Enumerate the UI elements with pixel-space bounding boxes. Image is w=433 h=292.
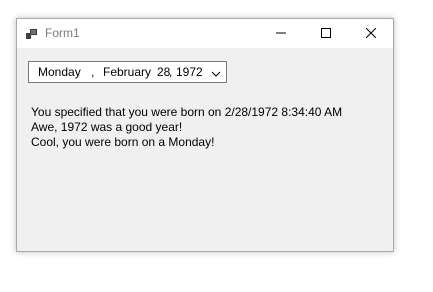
- date-day-of-week[interactable]: Monday: [38, 65, 81, 79]
- app-icon: [26, 27, 38, 39]
- maximize-icon: [320, 25, 331, 43]
- close-button[interactable]: [348, 19, 393, 48]
- date-year[interactable]: 1972: [176, 65, 203, 79]
- birth-date-message: You specified that you were born on 2/28…: [31, 105, 343, 119]
- date-separator: ,: [91, 65, 95, 79]
- close-icon: [365, 25, 376, 43]
- weekday-message: Cool, you were born on a Monday!: [31, 135, 215, 149]
- window-title: Form1: [45, 26, 80, 40]
- form-window: Form1 Monday , February 28 , 1972 You sp…: [16, 18, 394, 252]
- birth-date-picker[interactable]: Monday , February 28 , 1972: [28, 61, 227, 83]
- chevron-down-icon[interactable]: [210, 67, 222, 79]
- date-month[interactable]: February: [103, 65, 151, 79]
- minimize-icon: [275, 25, 286, 43]
- year-message: Awe, 1972 was a good year!: [31, 120, 183, 134]
- maximize-button[interactable]: [303, 19, 348, 48]
- minimize-button[interactable]: [258, 19, 303, 48]
- date-separator: ,: [169, 65, 173, 79]
- title-bar[interactable]: Form1: [17, 19, 393, 48]
